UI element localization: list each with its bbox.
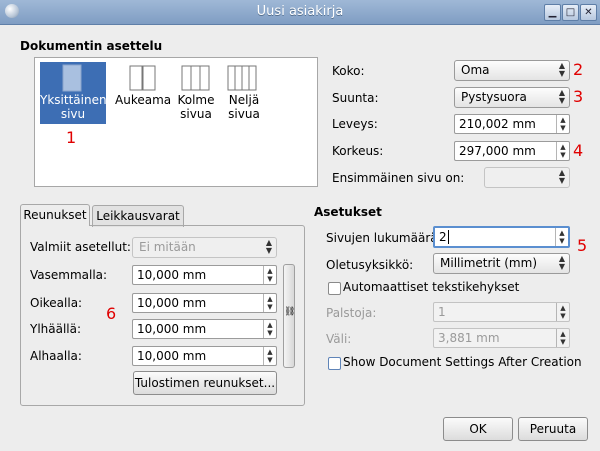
annotation-marker: 4 — [573, 141, 584, 160]
columns-spinbox: 1 ▲ ▼ — [433, 302, 570, 322]
layout-option-label-line2: sivua — [228, 107, 260, 121]
annotation-marker: 3 — [573, 87, 584, 106]
tab-margins[interactable]: Reunukset — [20, 204, 90, 226]
single-page-icon — [62, 64, 82, 92]
layout-option-four-pages[interactable]: Neljä sivua — [221, 62, 267, 124]
unit-value: Millimetrit (mm) — [440, 256, 537, 270]
settings-heading: Asetukset — [314, 205, 382, 219]
layout-option-label-line1: Yksittäinen — [40, 93, 107, 107]
spin-arrows-icon[interactable]: ▲ ▼ — [263, 266, 276, 284]
size-dropdown[interactable]: Oma ▲ ▼ — [454, 60, 570, 81]
auto-frames-checkbox[interactable] — [328, 282, 341, 295]
annotation-marker: 5 — [577, 236, 588, 255]
height-value: 297,000 mm — [459, 144, 536, 158]
spin-arrows-icon[interactable]: ▲ ▼ — [263, 320, 276, 338]
updown-arrows-icon: ▲ ▼ — [558, 254, 565, 271]
spin-arrows-icon: ▲ ▼ — [556, 329, 569, 347]
bottom-margin-label: Alhaalla: — [30, 349, 82, 363]
gap-value: 3,881 mm — [438, 331, 500, 345]
spin-arrows-icon[interactable]: ▲ ▼ — [556, 142, 569, 160]
right-margin-value: 10,000 mm — [137, 296, 207, 310]
layout-heading: Dokumentin asettelu — [20, 39, 163, 53]
four-pages-icon — [227, 65, 257, 91]
spin-arrows-icon[interactable]: ▲ ▼ — [263, 347, 276, 365]
layout-option-spread[interactable]: Aukeama — [115, 62, 171, 124]
presets-dropdown: Ei mitään ▲ ▼ — [132, 237, 277, 258]
right-margin-label: Oikealla: — [30, 296, 83, 310]
spin-arrows-icon[interactable]: ▲ ▼ — [555, 228, 568, 246]
unit-label: Oletusyksikkö: — [326, 258, 414, 272]
orientation-value: Pystysuora — [461, 90, 527, 104]
updown-arrows-icon: ▲ ▼ — [558, 168, 565, 185]
bottom-margin-spinbox[interactable]: 10,000 mm ▲ ▼ — [132, 346, 277, 366]
tab-bleeds[interactable]: Leikkausvarat — [92, 205, 184, 227]
show-settings-checkbox[interactable] — [328, 357, 341, 370]
spin-arrows-icon[interactable]: ▲ ▼ — [556, 115, 569, 133]
size-value: Oma — [461, 63, 490, 77]
layout-option-label-line2: sivua — [180, 107, 212, 121]
first-page-dropdown: ▲ ▼ — [484, 167, 570, 188]
orientation-dropdown[interactable]: Pystysuora ▲ ▼ — [454, 87, 570, 108]
updown-arrows-icon: ▲ ▼ — [558, 88, 565, 105]
layout-option-single-page[interactable]: Yksittäinen sivu — [40, 62, 107, 124]
auto-frames-label: Automaattiset tekstikehykset — [343, 280, 520, 294]
spin-arrows-icon: ▲ ▼ — [556, 303, 569, 321]
ok-button[interactable]: OK — [443, 417, 513, 441]
width-value: 210,002 mm — [459, 117, 536, 131]
layout-option-label-line1: Kolme — [177, 93, 215, 107]
page-count-label: Sivujen lukumäärä: — [326, 231, 442, 245]
close-button[interactable]: ✕ — [580, 4, 597, 21]
cancel-button[interactable]: Peruuta — [518, 417, 588, 441]
link-margins-toggle[interactable]: ⛓ — [283, 264, 295, 368]
printer-margins-button[interactable]: Tulostimen reunukset... — [133, 371, 277, 395]
annotation-marker: 1 — [66, 128, 77, 147]
top-margin-label: Ylhäällä: — [30, 322, 82, 336]
right-margin-spinbox[interactable]: 10,000 mm ▲ ▼ — [132, 293, 277, 313]
chain-link-icon: ⛓ — [284, 307, 296, 317]
bottom-margin-value: 10,000 mm — [137, 349, 207, 363]
three-pages-icon — [181, 65, 210, 91]
width-label: Leveys: — [332, 117, 378, 131]
unit-dropdown[interactable]: Millimetrit (mm) ▲ ▼ — [433, 253, 570, 274]
size-label: Koko: — [332, 64, 365, 78]
first-page-label: Ensimmäinen sivu on: — [332, 171, 465, 185]
gap-spinbox: 3,881 mm ▲ ▼ — [433, 328, 570, 348]
updown-arrows-icon: ▲ ▼ — [558, 61, 565, 78]
layout-option-label-line1: Neljä — [228, 93, 260, 107]
annotation-marker: 2 — [573, 60, 584, 79]
columns-label: Palstoja: — [326, 306, 377, 320]
layout-option-label-line2: sivu — [60, 107, 86, 121]
layout-option-label-line1: Aukeama — [115, 93, 172, 107]
orientation-label: Suunta: — [332, 91, 379, 105]
left-margin-label: Vasemmalla: — [30, 268, 108, 282]
show-settings-label: Show Document Settings After Creation — [343, 355, 582, 369]
layout-list[interactable]: Yksittäinen sivu Aukeama Kolme sivua Nel… — [34, 57, 318, 187]
top-margin-value: 10,000 mm — [137, 322, 207, 336]
annotation-marker: 6 — [106, 304, 117, 323]
window-title: Uusi asiakirja — [256, 4, 344, 19]
minimize-button[interactable]: ▁ — [544, 4, 561, 21]
height-label: Korkeus: — [332, 144, 384, 158]
height-spinbox[interactable]: 297,000 mm ▲ ▼ — [454, 141, 570, 161]
left-margin-spinbox[interactable]: 10,000 mm ▲ ▼ — [132, 265, 277, 285]
spin-arrows-icon[interactable]: ▲ ▼ — [263, 294, 276, 312]
columns-value: 1 — [438, 305, 446, 319]
layout-option-three-pages[interactable]: Kolme sivua — [173, 62, 219, 124]
left-margin-value: 10,000 mm — [137, 268, 207, 282]
width-spinbox[interactable]: 210,002 mm ▲ ▼ — [454, 114, 570, 134]
page-count-spinbox[interactable]: 2 ▲ ▼ — [433, 226, 570, 248]
updown-arrows-icon: ▲ ▼ — [265, 238, 272, 255]
presets-label: Valmiit asetellut: — [30, 240, 131, 254]
gap-label: Väli: — [326, 332, 352, 346]
maximize-button[interactable]: □ — [562, 4, 579, 21]
presets-value: Ei mitään — [139, 240, 196, 254]
page-count-value: 2 — [439, 230, 447, 244]
top-margin-spinbox[interactable]: 10,000 mm ▲ ▼ — [132, 319, 277, 339]
spread-icon — [129, 65, 156, 91]
